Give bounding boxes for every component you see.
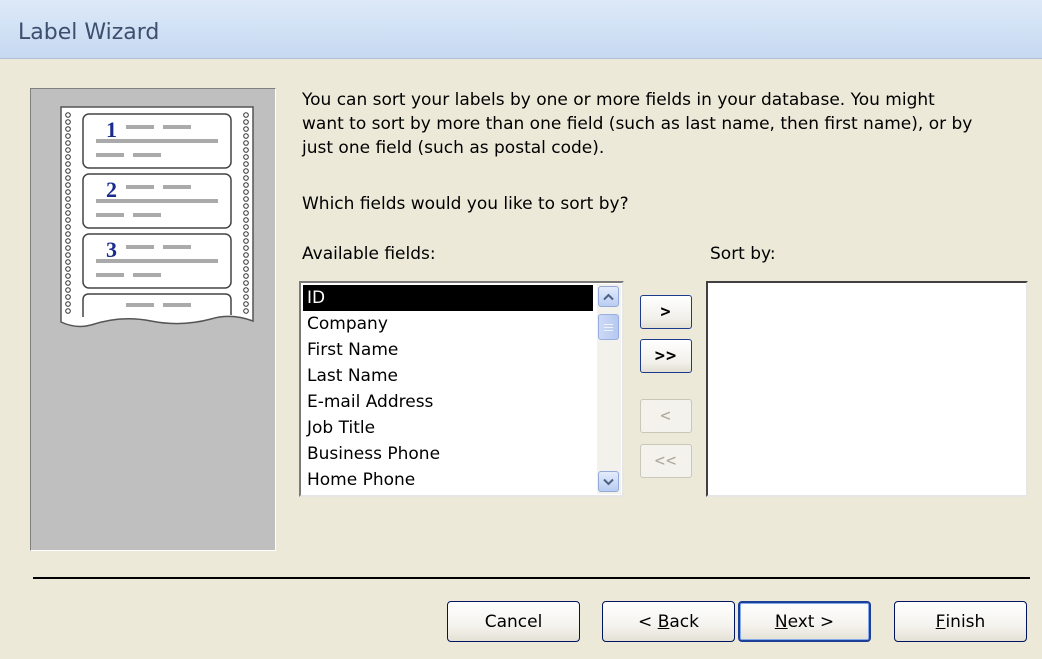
list-item-id[interactable]: ID [303, 285, 593, 311]
list-item-company[interactable]: Company [303, 311, 593, 337]
list-item-job-title[interactable]: Job Title [303, 415, 593, 441]
sort-by-listbox[interactable] [706, 281, 1028, 497]
remove-field-button[interactable]: < [640, 399, 692, 433]
next-button-rest: ext > [787, 611, 835, 632]
label-number-3: 3 [106, 237, 117, 262]
finish-button[interactable]: Finish [894, 601, 1027, 642]
wizard-illustration-panel: 1 2 3 [30, 88, 276, 551]
chevron-down-icon [603, 478, 614, 485]
scroll-thumb[interactable] [598, 314, 619, 340]
label-card-3: 3 [82, 233, 232, 289]
list-item-email-address[interactable]: E-mail Address [303, 389, 593, 415]
remove-all-fields-button[interactable]: << [640, 444, 692, 478]
next-button-mnemonic: N [774, 611, 788, 632]
back-button-prefix: < [638, 611, 658, 632]
instruction-text: You can sort your labels by one or more … [302, 90, 973, 158]
finish-button-mnemonic: F [935, 611, 946, 632]
list-item-business-phone[interactable]: Business Phone [303, 441, 593, 467]
available-fields-listbox[interactable]: ID Company First Name Last Name E-mail A… [299, 281, 624, 497]
sort-question: Which fields would you like to sort by? [302, 194, 629, 214]
footer-separator [33, 577, 1030, 579]
add-all-fields-button[interactable]: >> [640, 339, 692, 373]
label-wizard-window: Label Wizard 1 2 3 You can sort your lab… [0, 0, 1042, 659]
next-button[interactable]: Next > [738, 601, 871, 642]
title-bar[interactable]: Label Wizard [0, 0, 1042, 59]
cancel-button-label: Cancel [484, 611, 543, 632]
back-button-mnemonic: B [657, 611, 670, 632]
finish-button-rest: inish [945, 611, 986, 632]
cancel-button[interactable]: Cancel [447, 601, 580, 642]
label-card-partial [82, 293, 232, 317]
chevron-up-icon [603, 293, 614, 300]
left-feed-holes-icon [65, 112, 71, 314]
label-number-1: 1 [106, 117, 117, 142]
list-item-home-phone[interactable]: Home Phone [303, 467, 593, 493]
scroll-up-button[interactable] [598, 286, 619, 307]
right-feed-holes-icon [243, 112, 249, 314]
add-field-button[interactable]: > [640, 295, 692, 329]
list-item-last-name[interactable]: Last Name [303, 363, 593, 389]
label-number-2: 2 [106, 177, 117, 202]
window-title: Label Wizard [18, 20, 160, 45]
back-button[interactable]: < Back [602, 601, 735, 642]
scroll-down-button[interactable] [598, 471, 619, 492]
label-sheet-illustration: 1 2 3 [60, 106, 254, 328]
available-fields-label: Available fields: [302, 244, 436, 264]
sort-by-label: Sort by: [710, 244, 776, 264]
label-card-1: 1 [82, 113, 232, 169]
list-item-first-name[interactable]: First Name [303, 337, 593, 363]
available-fields-list: ID Company First Name Last Name E-mail A… [303, 285, 593, 493]
label-card-2: 2 [82, 173, 232, 229]
vertical-scrollbar[interactable] [597, 284, 621, 494]
back-button-rest: ack [669, 611, 699, 632]
